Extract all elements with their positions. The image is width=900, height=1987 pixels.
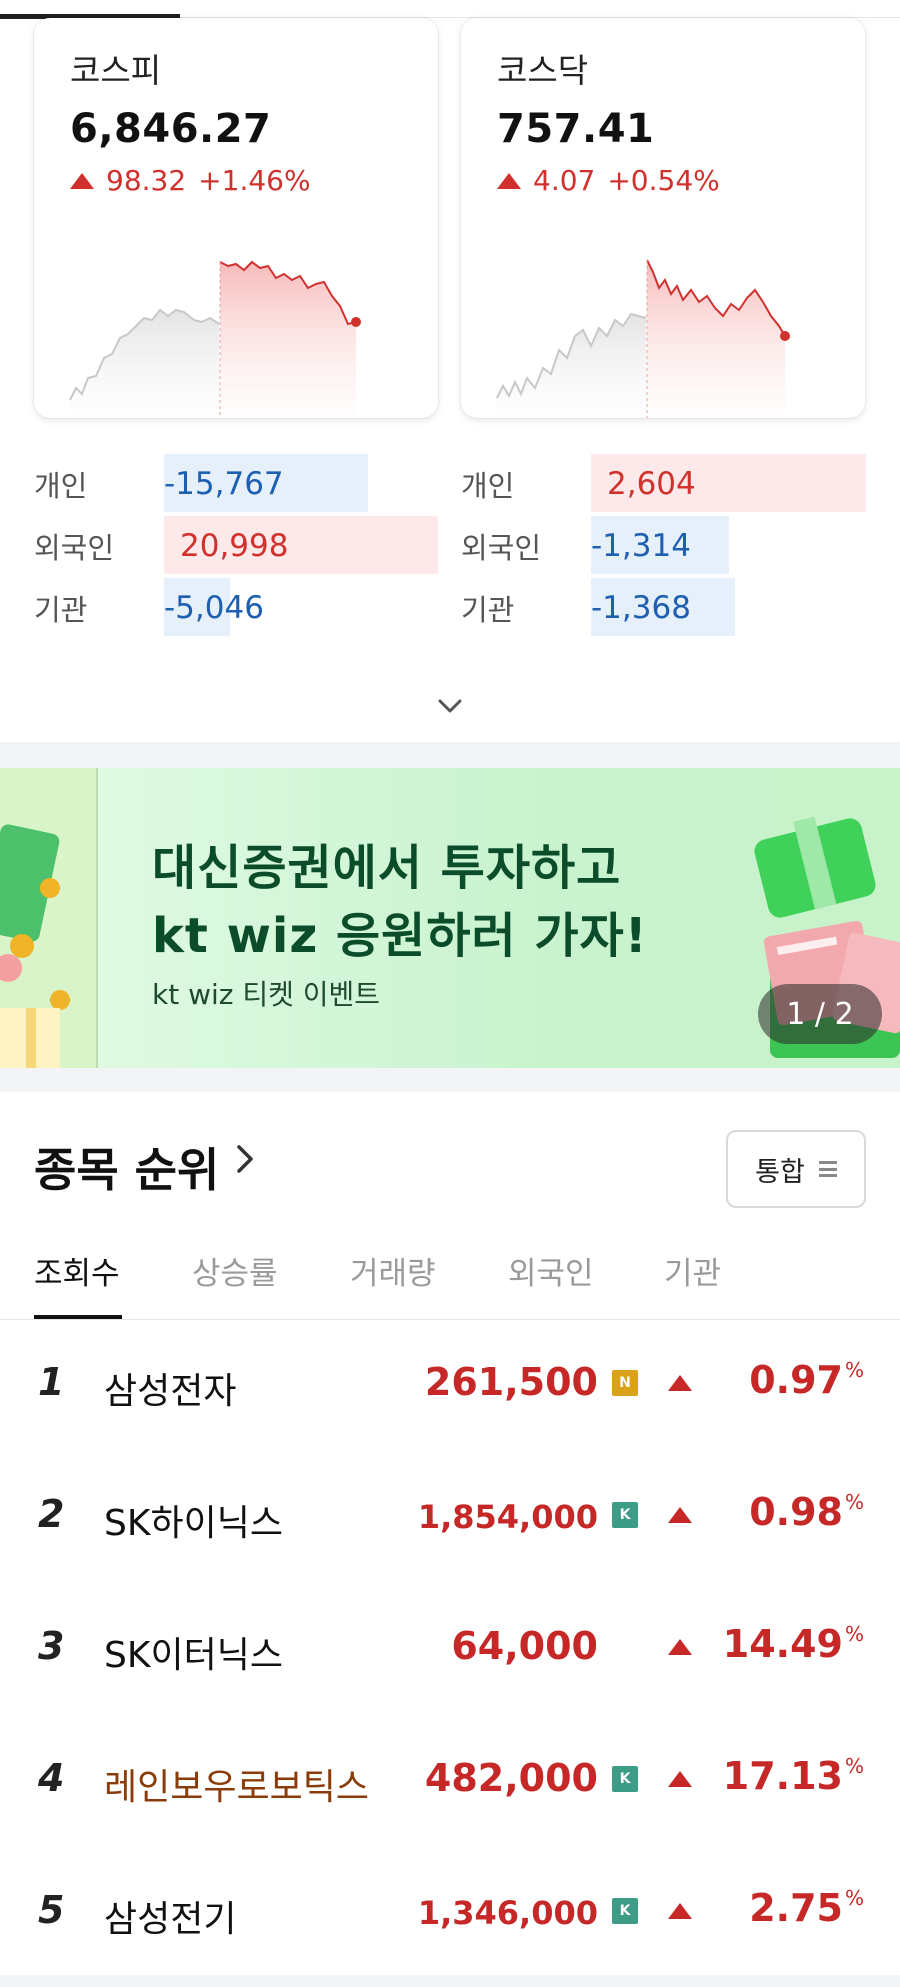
index-change: 4.07 +0.54% <box>497 164 720 197</box>
market-badge: K <box>612 1502 638 1528</box>
banner-headline-2: kt wiz 응원하러 가자! <box>152 908 648 964</box>
change-pct: 0.98% <box>749 1490 864 1534</box>
rank-number: 3 <box>38 1624 65 1668</box>
active-tab-underline <box>34 1315 122 1319</box>
rank-number: 4 <box>38 1756 65 1800</box>
flow-row-kosdaq-individual: 개인 2,604 <box>461 454 866 514</box>
change-pct: 17.13% <box>722 1754 864 1798</box>
index-name: 코스닥 <box>497 51 589 90</box>
change-pct: 14.49% <box>722 1622 864 1666</box>
previous-banner-peek[interactable] <box>0 768 98 1068</box>
list-item[interactable]: 5 삼성전기 1,346,000 K 2.75% <box>0 1848 900 1980</box>
flow-value: -1,368 <box>591 590 691 626</box>
filter-lines-icon <box>818 1161 837 1177</box>
list-item[interactable]: 2 SK하이닉스 1,854,000 K 0.98% <box>0 1452 900 1584</box>
promo-banner[interactable]: 대신증권에서 투자하고 kt wiz 응원하러 가자! kt wiz 티켓 이벤… <box>0 768 900 1068</box>
change-pct: 0.97% <box>749 1358 864 1402</box>
ranking-tabs: 조회수 상승률 거래량 외국인 기관 <box>0 1238 900 1320</box>
flow-value: 20,998 <box>180 528 289 564</box>
tickets-illustration-icon <box>0 824 70 1068</box>
change-pct: 2.75% <box>749 1886 864 1930</box>
flow-label: 기관 <box>34 593 88 627</box>
flow-value: -15,767 <box>164 466 284 502</box>
banner-subtitle: kt wiz 티켓 이벤트 <box>152 978 381 1011</box>
section-divider <box>0 742 900 768</box>
index-cards: 코스피 6,846.27 98.32 +1.46% 코스닥 757.41 4.0… <box>34 18 866 420</box>
tab-foreign[interactable]: 외국인 <box>508 1248 594 1293</box>
flow-row-kosdaq-foreign: 외국인 -1,314 <box>461 516 866 576</box>
chevron-down-icon[interactable] <box>436 692 464 720</box>
stock-price: 261,500 <box>424 1360 598 1404</box>
kosdaq-card[interactable]: 코스닥 757.41 4.07 +0.54% <box>461 18 865 418</box>
rank-number: 1 <box>38 1360 65 1404</box>
index-change-pct: +1.46% <box>198 164 311 197</box>
top-tab-bar <box>0 0 900 20</box>
up-triangle-icon <box>70 172 94 189</box>
flow-row-kospi-individual: 개인 -15,767 <box>34 454 444 514</box>
list-item[interactable]: 4 레인보우로보틱스 482,000 K 17.13% <box>0 1716 900 1848</box>
index-value: 6,846.27 <box>70 106 272 152</box>
index-value: 757.41 <box>497 106 655 152</box>
flow-label: 외국인 <box>461 531 542 565</box>
up-triangle-icon <box>668 1903 692 1919</box>
stock-ranking-header: 종목 순위 통합 <box>34 1130 866 1210</box>
stock-name: 삼성전자 <box>104 1371 237 1412</box>
flow-row-kospi-institution: 기관 -5,046 <box>34 578 444 638</box>
up-triangle-icon <box>668 1507 692 1523</box>
tab-volume[interactable]: 거래량 <box>350 1248 436 1293</box>
banner-pager: 1 / 2 <box>758 984 882 1044</box>
index-name: 코스피 <box>70 51 162 90</box>
flow-label: 외국인 <box>34 531 115 565</box>
list-item[interactable]: 3 SK이터닉스 64,000 14.49% <box>0 1584 900 1716</box>
section-divider <box>0 1975 900 1987</box>
market-badge: K <box>612 1766 638 1792</box>
tab-views[interactable]: 조회수 <box>34 1248 120 1293</box>
index-change-pct: +0.54% <box>607 164 720 197</box>
flow-label: 개인 <box>461 469 515 503</box>
up-triangle-icon <box>497 172 521 189</box>
stock-name: 삼성전기 <box>104 1899 237 1940</box>
stock-price: 64,000 <box>451 1624 598 1668</box>
market-badge: N <box>612 1370 638 1396</box>
index-change-amount: 4.07 <box>533 164 596 197</box>
stock-price: 1,346,000 <box>417 1894 598 1932</box>
flow-label: 기관 <box>461 593 515 627</box>
rank-number: 2 <box>38 1492 65 1536</box>
kospi-intraday-chart <box>69 260 361 418</box>
flow-row-kospi-foreign: 외국인 20,998 <box>34 516 444 576</box>
kospi-card[interactable]: 코스피 6,846.27 98.32 +1.46% <box>34 18 438 418</box>
flow-label: 개인 <box>34 469 88 503</box>
market-badge: K <box>612 1898 638 1924</box>
stock-price: 482,000 <box>424 1756 598 1800</box>
banner-headline-1: 대신증권에서 투자하고 <box>152 840 622 896</box>
up-triangle-icon <box>668 1771 692 1787</box>
stock-name: SK이터닉스 <box>104 1635 283 1676</box>
market-filter-label: 통합 <box>755 1156 805 1188</box>
rank-number: 5 <box>38 1888 65 1932</box>
section-divider <box>0 1068 900 1092</box>
kosdaq-intraday-chart <box>496 259 790 418</box>
index-change: 98.32 +1.46% <box>70 164 311 197</box>
list-item[interactable]: 1 삼성전자 261,500 N 0.97% <box>0 1320 900 1452</box>
flow-value: 2,604 <box>607 466 696 502</box>
market-filter-button[interactable]: 통합 <box>726 1130 866 1208</box>
stock-name: SK하이닉스 <box>104 1503 283 1544</box>
stock-price: 1,854,000 <box>417 1498 598 1536</box>
chevron-right-icon[interactable] <box>234 1140 256 1186</box>
tab-gainers[interactable]: 상승률 <box>192 1248 278 1293</box>
flow-row-kosdaq-institution: 기관 -1,368 <box>461 578 866 638</box>
investor-flows: 개인 -15,767 외국인 20,998 기관 -5,046 개인 2,604… <box>34 450 866 640</box>
up-triangle-icon <box>668 1375 692 1391</box>
index-change-amount: 98.32 <box>106 164 187 197</box>
stock-name: 레인보우로보틱스 <box>104 1767 369 1808</box>
ranking-title[interactable]: 종목 순위 <box>34 1134 219 1200</box>
tab-institution[interactable]: 기관 <box>664 1248 721 1293</box>
up-triangle-icon <box>668 1639 692 1655</box>
flow-value: -5,046 <box>164 590 264 626</box>
flow-value: -1,314 <box>591 528 691 564</box>
